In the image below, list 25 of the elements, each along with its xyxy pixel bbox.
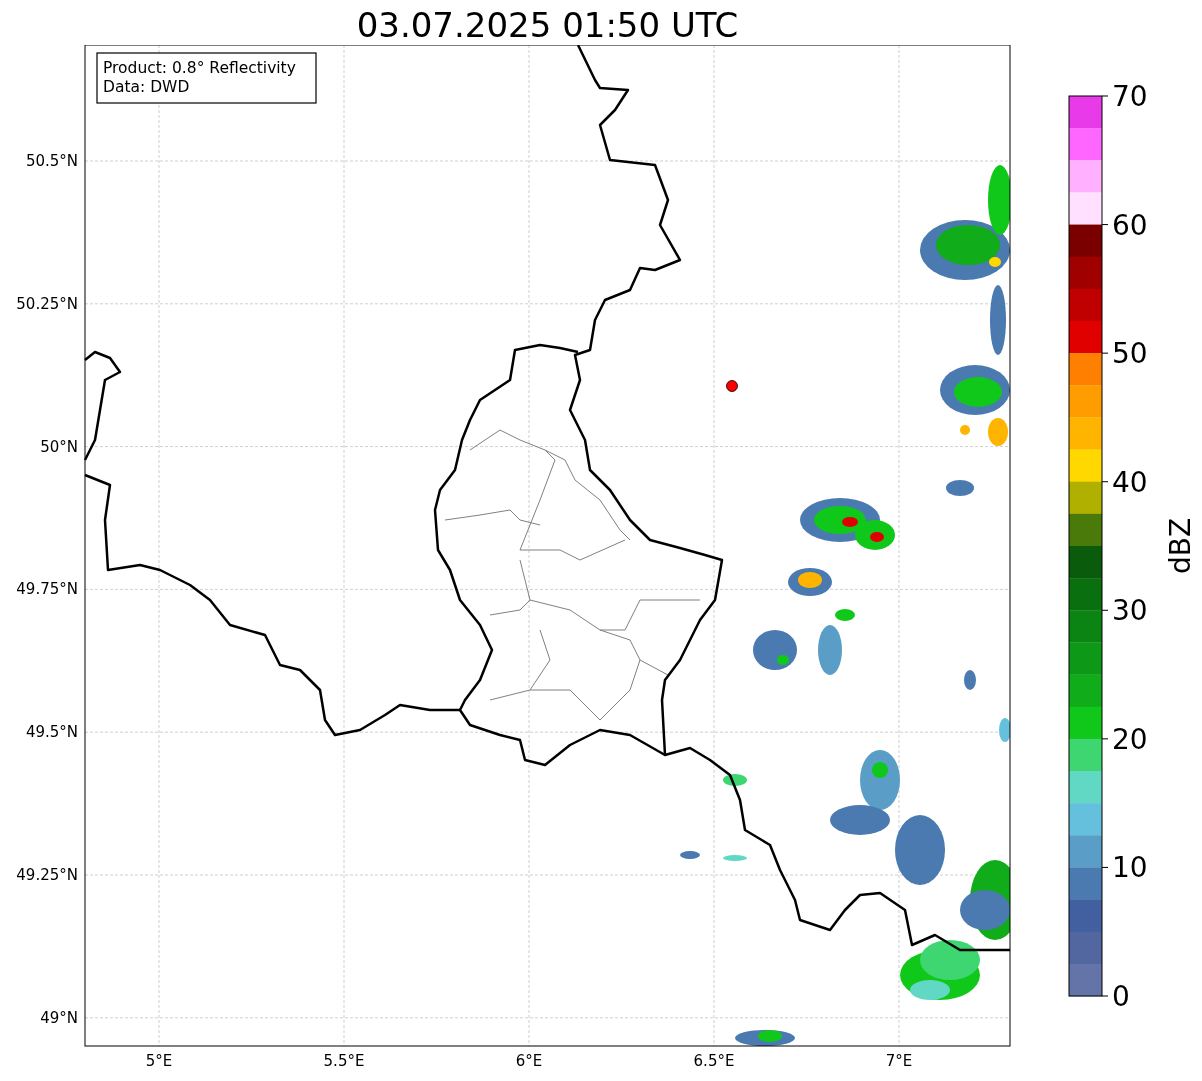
radar-site-marker [726, 380, 738, 392]
colorbar-tick-label: 40 [1112, 465, 1148, 499]
info-text: Data: DWD [103, 78, 190, 96]
longitude-label: 5°E [145, 1052, 173, 1070]
latitude-label: 50.25°N [16, 294, 78, 313]
latitude-label: 49°N [40, 1008, 78, 1027]
chart-title: 03.07.2025 01:50 UTC [356, 5, 739, 45]
longitude-label: 6.5°E [693, 1052, 735, 1070]
colorbar-tick-label: 10 [1112, 851, 1148, 885]
colorbar-tick-label: 30 [1112, 594, 1148, 628]
colorbar-label: dBZ [1164, 517, 1197, 575]
latitude-label: 50.5°N [25, 152, 78, 170]
colorbar-tick-label: 0 [1112, 980, 1130, 1013]
latitude-label: 49.75°N [16, 580, 78, 599]
colorbar-tick-label: 20 [1112, 722, 1148, 756]
latitude-label: 49.25°N [16, 866, 78, 884]
longitude-label: 5.5°E [323, 1052, 365, 1070]
colorbar-tick-label: 50 [1112, 337, 1148, 371]
colorbar-tick-label: 70 [1112, 80, 1148, 113]
longitude-label: 6°E [515, 1052, 543, 1070]
longitude-label: 7°E [885, 1052, 913, 1070]
latitude-label: 50°N [40, 437, 78, 456]
info-text: Product: 0.8° Reflectivity [103, 59, 296, 77]
latitude-label: 49.5°N [25, 723, 78, 742]
colorbar-tick-label: 60 [1112, 208, 1148, 242]
